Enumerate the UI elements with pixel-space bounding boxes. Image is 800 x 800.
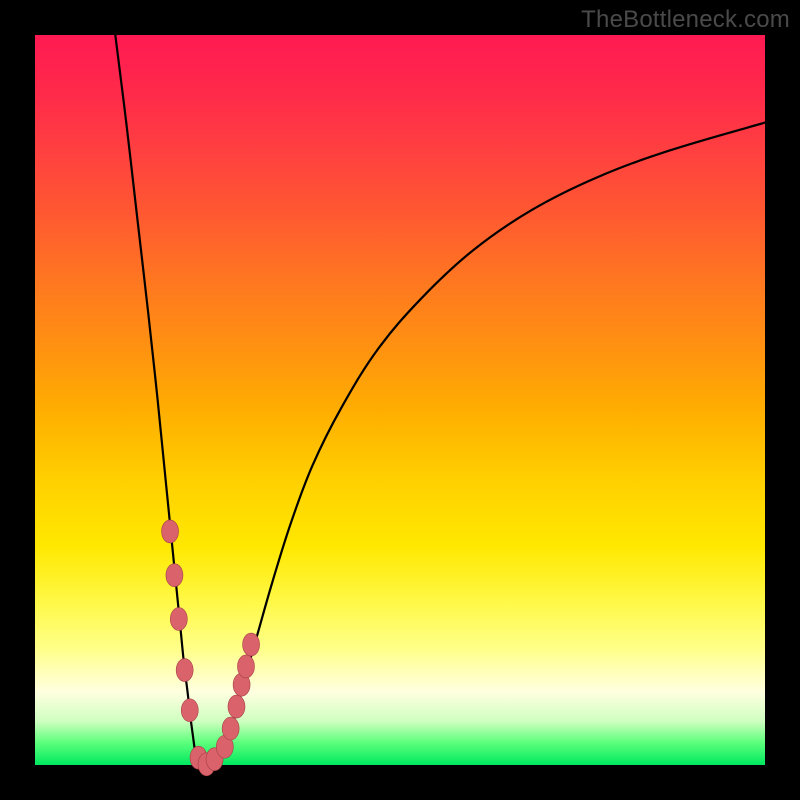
marker-point xyxy=(170,608,187,631)
marker-point xyxy=(237,655,254,678)
marker-point xyxy=(222,717,239,740)
marker-point xyxy=(166,564,183,587)
marker-point xyxy=(243,633,260,656)
bottleneck-curve xyxy=(115,35,765,765)
highlighted-points xyxy=(162,520,260,776)
plot-area xyxy=(35,35,765,765)
marker-point xyxy=(162,520,179,543)
chart-frame: TheBottleneck.com xyxy=(0,0,800,800)
plot-svg xyxy=(35,35,765,765)
marker-point xyxy=(228,695,245,718)
watermark-text: TheBottleneck.com xyxy=(581,6,790,34)
marker-point xyxy=(176,659,193,682)
marker-point xyxy=(181,699,198,722)
